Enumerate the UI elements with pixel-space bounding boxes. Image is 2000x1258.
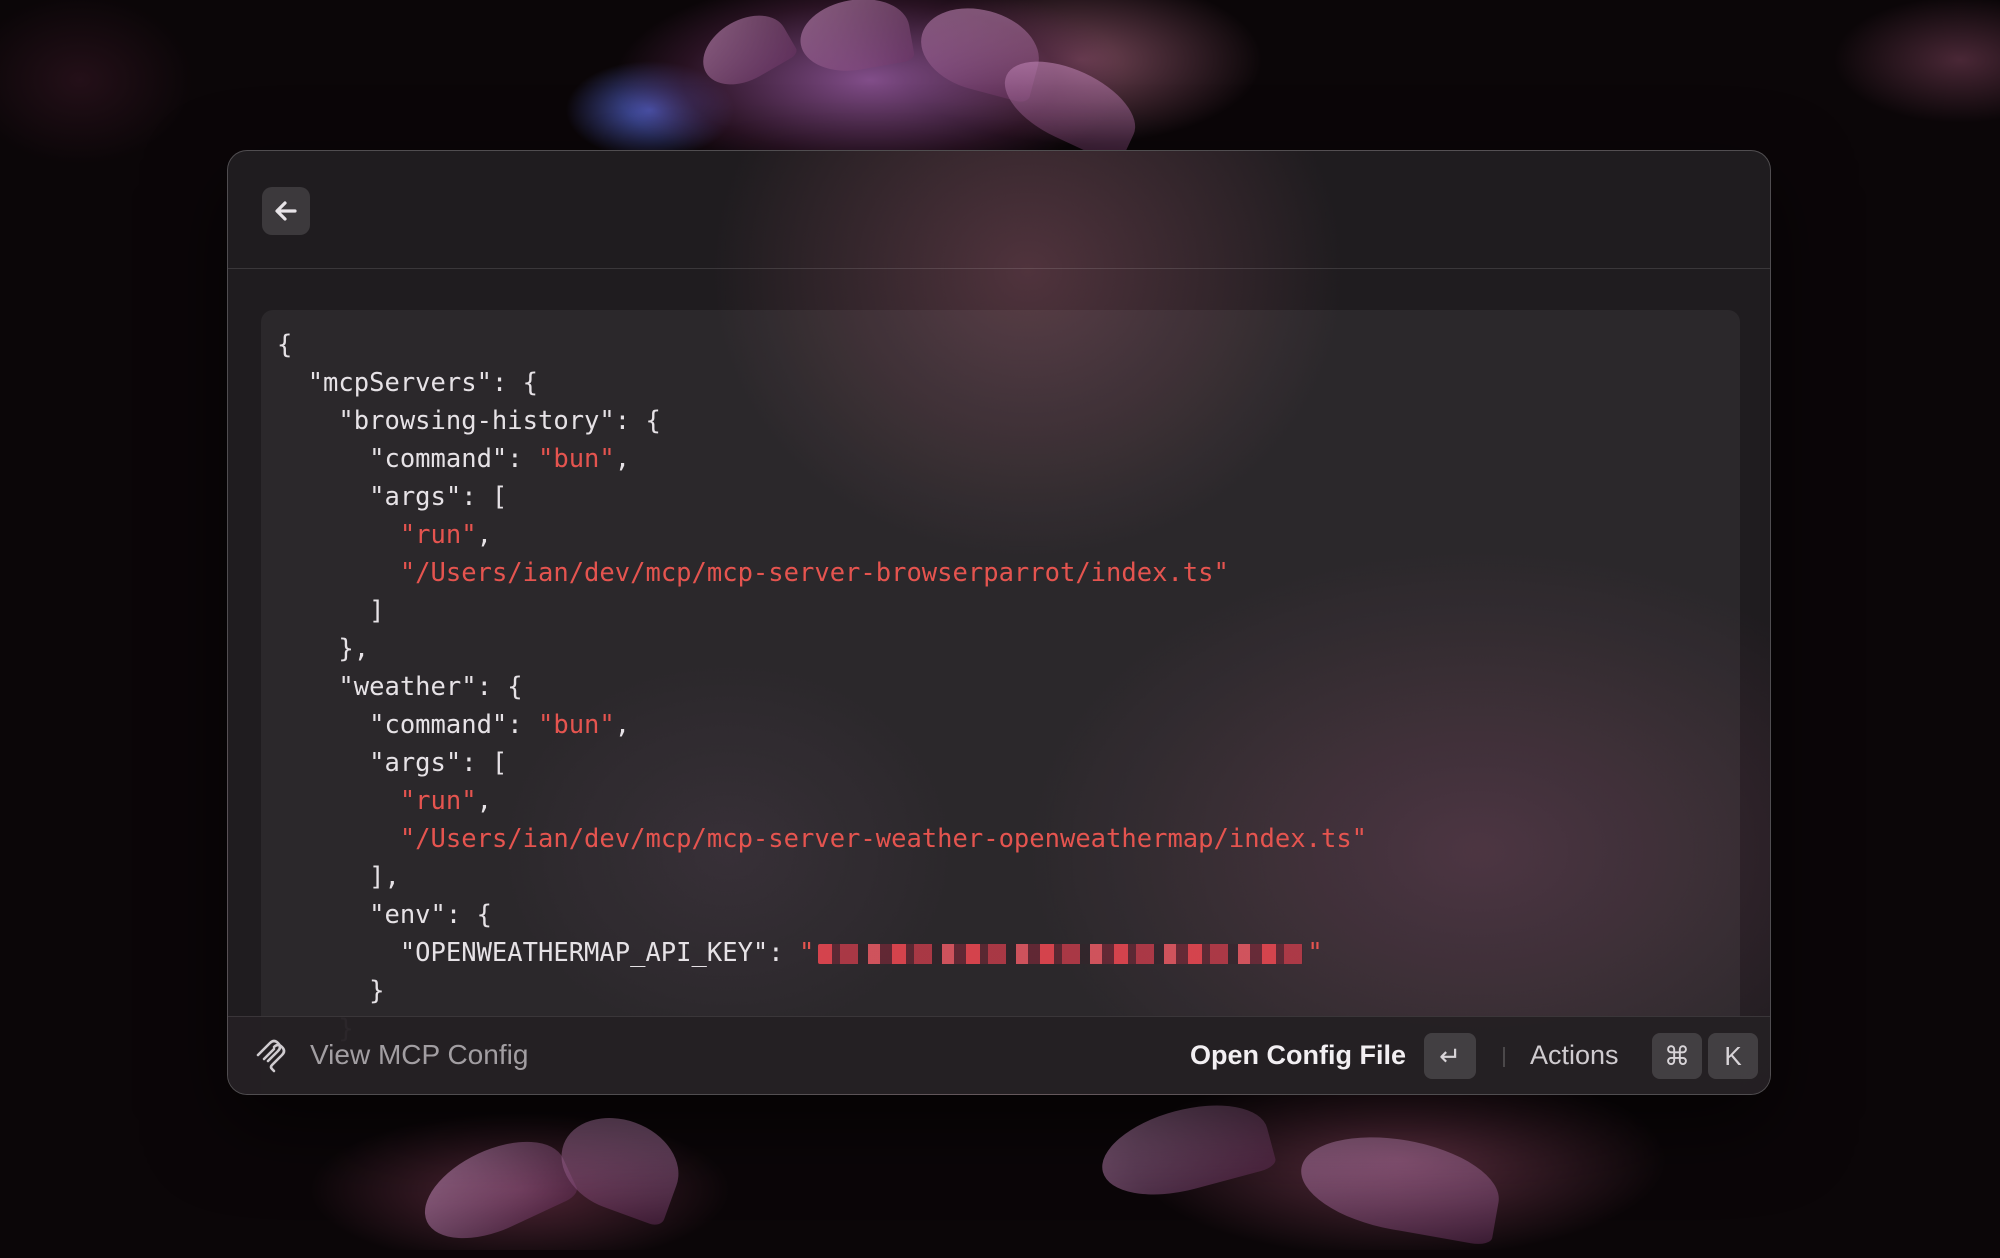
code-line: } bbox=[277, 972, 1367, 1010]
code-line: }, bbox=[277, 630, 1367, 668]
code-line: "args": [ bbox=[277, 744, 1367, 782]
wallpaper-petal bbox=[410, 1122, 580, 1258]
wallpaper-petal bbox=[548, 1102, 692, 1228]
wallpaper-petal bbox=[794, 0, 916, 80]
config-json-code: { "mcpServers": { "browsing-history": { … bbox=[277, 326, 1367, 1048]
code-line: "command": "bun", bbox=[277, 440, 1367, 478]
command-key-icon[interactable]: ⌘ bbox=[1652, 1033, 1702, 1079]
code-string: " bbox=[798, 938, 815, 968]
code-token: "env": { bbox=[277, 900, 492, 930]
code-token: "command": bbox=[277, 710, 538, 740]
code-line: "env": { bbox=[277, 896, 1367, 934]
code-string: "run" bbox=[399, 520, 477, 550]
code-line: "browsing-history": { bbox=[277, 402, 1367, 440]
code-token: "args": [ bbox=[277, 482, 508, 512]
redacted-api-key bbox=[818, 944, 1304, 964]
code-token: "OPENWEATHERMAP_API_KEY": bbox=[277, 938, 799, 968]
code-line: ], bbox=[277, 858, 1367, 896]
code-line: { bbox=[277, 326, 1367, 364]
code-line: "OPENWEATHERMAP_API_KEY": " " bbox=[277, 934, 1367, 972]
code-token: "command": bbox=[277, 444, 538, 474]
code-line: ] bbox=[277, 592, 1367, 630]
wallpaper-petal bbox=[1293, 1123, 1507, 1247]
wallpaper-petal bbox=[1092, 1089, 1278, 1211]
code-line: "weather": { bbox=[277, 668, 1367, 706]
k-key[interactable]: K bbox=[1708, 1033, 1758, 1079]
code-token: { bbox=[277, 330, 293, 360]
mcp-logo-icon bbox=[256, 1039, 286, 1073]
code-string: "run" bbox=[399, 786, 477, 816]
code-line: "mcpServers": { bbox=[277, 364, 1367, 402]
code-token: "browsing-history": { bbox=[277, 406, 661, 436]
action-bar: View MCP Config Open Config File ↵ Actio… bbox=[228, 1016, 1770, 1094]
code-token: "weather": { bbox=[277, 672, 523, 702]
code-token: }, bbox=[277, 634, 370, 664]
open-config-file-button[interactable]: Open Config File bbox=[1190, 1037, 1406, 1073]
code-line: "run", bbox=[277, 782, 1367, 820]
code-string: "bun" bbox=[538, 444, 615, 474]
wallpaper-petal bbox=[691, 1, 799, 99]
code-token: , bbox=[476, 520, 492, 550]
mcp-config-window: { "mcpServers": { "browsing-history": { … bbox=[227, 150, 1771, 1095]
code-string: "/Users/ian/dev/mcp/mcp-server-browserpa… bbox=[399, 558, 1229, 588]
code-line: "/Users/ian/dev/mcp/mcp-server-weather-o… bbox=[277, 820, 1367, 858]
code-token: , bbox=[614, 444, 631, 474]
back-button[interactable] bbox=[262, 187, 310, 235]
code-token: , bbox=[614, 710, 631, 740]
actions-button[interactable]: Actions bbox=[1530, 1037, 1619, 1073]
code-line: "run", bbox=[277, 516, 1367, 554]
code-line: "command": "bun", bbox=[277, 706, 1367, 744]
window-header bbox=[228, 151, 1770, 269]
config-code-panel[interactable]: { "mcpServers": { "browsing-history": { … bbox=[261, 310, 1740, 1094]
code-line: "/Users/ian/dev/mcp/mcp-server-browserpa… bbox=[277, 554, 1367, 592]
code-string: " bbox=[1307, 938, 1323, 968]
code-token: ], bbox=[277, 862, 400, 892]
divider bbox=[1503, 1047, 1505, 1067]
code-line: "args": [ bbox=[277, 478, 1367, 516]
code-token: "args": [ bbox=[277, 748, 508, 778]
code-token: , bbox=[476, 786, 492, 816]
command-title: View MCP Config bbox=[310, 1039, 529, 1070]
code-token: "mcpServers": { bbox=[277, 368, 538, 398]
code-string: "bun" bbox=[538, 710, 615, 740]
code-token: } bbox=[277, 976, 385, 1006]
arrow-left-icon bbox=[275, 201, 297, 221]
code-token: ] bbox=[277, 596, 385, 626]
enter-key-icon[interactable]: ↵ bbox=[1424, 1033, 1476, 1079]
code-string: "/Users/ian/dev/mcp/mcp-server-weather-o… bbox=[399, 824, 1368, 854]
